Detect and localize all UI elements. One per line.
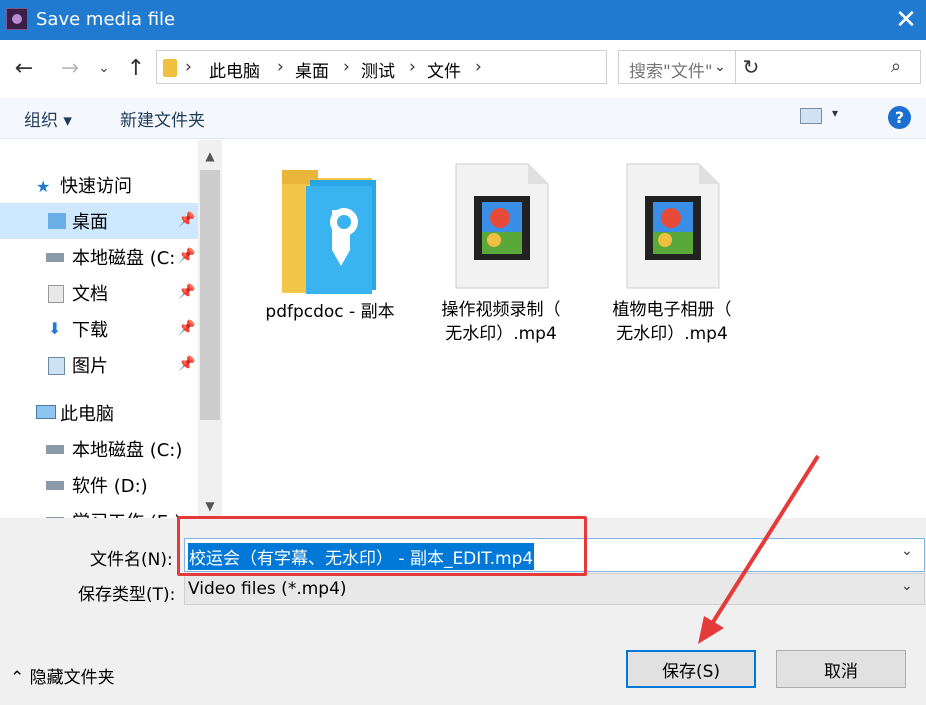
scroll-down-icon[interactable]: ▼ <box>200 496 220 516</box>
sidebar-item-drive-d[interactable]: 软件 (D:) <box>0 467 198 503</box>
drive-icon <box>46 253 64 262</box>
filetype-value: Video files (*.mp4) <box>188 579 347 599</box>
search-box[interactable]: 搜索"文件" ⌕ <box>618 50 921 84</box>
pin-icon[interactable]: 📌 <box>178 356 195 372</box>
title-bar: Save media file ✕ <box>0 0 926 40</box>
forward-arrow-icon[interactable]: → <box>56 54 84 82</box>
sidebar-item-drive-c-quick[interactable]: 本地磁盘 (C: 📌 <box>0 239 198 275</box>
save-button[interactable]: 保存(S) <box>626 650 756 688</box>
view-options-icon[interactable] <box>800 108 822 124</box>
chevron-down-icon[interactable]: ⌄ <box>901 578 913 594</box>
sidebar-item-label: 桌面 <box>72 212 108 233</box>
scrollbar-thumb[interactable] <box>200 170 220 420</box>
filetype-label: 保存类型(T): <box>78 585 176 605</box>
help-icon[interactable]: ? <box>888 106 911 129</box>
file-item-video-2[interactable]: 植物电子相册（ 无水印）.mp4 <box>597 160 747 350</box>
video-file-icon <box>455 163 549 289</box>
cancel-button[interactable]: 取消 <box>776 650 906 688</box>
sidebar-item-label: 下载 <box>72 320 108 341</box>
pin-icon[interactable]: 📌 <box>178 212 195 228</box>
sidebar-item-desktop[interactable]: 桌面 📌 <box>0 203 198 239</box>
hide-folders-label: 隐藏文件夹 <box>29 668 115 688</box>
drive-icon <box>46 481 64 490</box>
sidebar-item-label: 图片 <box>72 356 108 377</box>
sidebar-item-label: 软件 (D:) <box>72 476 148 497</box>
sidebar-item-label: 学习工作 (E:) <box>72 508 181 518</box>
breadcrumb-separator-icon: › <box>343 57 350 77</box>
view-dropdown-icon[interactable]: ▾ <box>832 106 838 120</box>
sidebar-item-label: 本地磁盘 (C:) <box>72 440 183 461</box>
filename-label: 文件名(N): <box>90 550 173 570</box>
desktop-folder-icon <box>48 213 66 229</box>
annotation-highlight-box <box>177 516 587 576</box>
breadcrumb-this-pc[interactable]: 此电脑 <box>209 57 260 82</box>
breadcrumb-separator-icon: › <box>277 57 284 77</box>
app-icon <box>6 8 28 30</box>
command-bar: 组织 ▾ 新建文件夹 ▾ <box>0 98 926 139</box>
up-arrow-icon[interactable]: ↑ <box>122 54 150 82</box>
hide-folders-toggle[interactable]: ⌃ 隐藏文件夹 <box>10 663 115 688</box>
chevron-down-icon[interactable]: ⌄ <box>901 543 913 559</box>
file-name-line2: 无水印）.mp4 <box>445 324 557 344</box>
sidebar-item-label: 此电脑 <box>60 404 114 425</box>
sidebar-item-label: 快速访问 <box>60 176 132 197</box>
documents-icon <box>48 285 64 303</box>
breadcrumb-separator-icon: › <box>185 57 192 77</box>
sidebar-item-drive-e[interactable]: 学习工作 (E:) <box>0 503 198 518</box>
window-title: Save media file <box>36 9 176 30</box>
breadcrumb-test[interactable]: 测试 <box>361 57 395 82</box>
video-file-icon <box>626 163 720 289</box>
file-name-line1: 植物电子相册（ <box>612 300 732 320</box>
pin-icon[interactable]: 📌 <box>178 320 195 336</box>
recent-locations-chevron-icon[interactable]: ⌄ <box>90 54 118 82</box>
file-item-video-1[interactable]: 操作视频录制（ 无水印）.mp4 <box>426 160 576 350</box>
new-folder-button[interactable]: 新建文件夹 <box>120 106 205 131</box>
folder-icon <box>282 170 376 294</box>
file-name-line2: 无水印）.mp4 <box>616 324 728 344</box>
breadcrumb-files[interactable]: 文件 <box>427 57 461 82</box>
back-arrow-icon[interactable]: ← <box>10 54 38 82</box>
organize-menu[interactable]: 组织 ▾ <box>24 106 72 131</box>
sidebar-item-quick-access[interactable]: ★ 快速访问 <box>0 167 198 203</box>
sidebar-item-this-pc[interactable]: 此电脑 <box>0 395 198 431</box>
address-bar[interactable]: › 此电脑 › 桌面 › 测试 › 文件 › ⌄ ↻ <box>156 50 759 84</box>
file-name: pdfpcdoc - 副本 <box>265 302 395 322</box>
star-icon: ★ <box>36 177 51 196</box>
breadcrumb-separator-icon: › <box>475 57 482 77</box>
search-icon[interactable]: ⌕ <box>891 56 901 77</box>
pictures-icon <box>48 357 65 375</box>
file-name-line1: 操作视频录制（ <box>441 300 561 320</box>
search-input[interactable]: 搜索"文件" <box>629 57 713 82</box>
chevron-up-icon: ⌃ <box>10 668 30 688</box>
file-item-folder[interactable]: pdfpcdoc - 副本 <box>255 160 405 350</box>
sidebar-item-pictures[interactable]: 图片 📌 <box>0 347 198 383</box>
breadcrumb-desktop[interactable]: 桌面 <box>295 57 329 82</box>
breadcrumb-separator-icon: › <box>409 57 416 77</box>
computer-icon <box>36 405 56 419</box>
downloads-icon: ⬇ <box>48 319 62 338</box>
folder-icon <box>163 59 177 77</box>
sidebar-item-drive-c[interactable]: 本地磁盘 (C:) <box>0 431 198 467</box>
sidebar-item-label: 本地磁盘 (C: <box>72 248 176 269</box>
close-button[interactable]: ✕ <box>886 0 926 40</box>
drive-icon <box>46 445 64 454</box>
annotation-arrow <box>698 454 820 644</box>
sidebar-item-label: 文档 <box>72 284 108 305</box>
navigation-pane: ★ 快速访问 桌面 📌 本地磁盘 (C: 📌 文档 📌 ⬇ 下载 📌 图片 📌 … <box>0 140 222 518</box>
scroll-up-icon[interactable]: ▲ <box>200 146 220 166</box>
sidebar-scrollbar[interactable]: ▲ ▼ <box>198 140 222 518</box>
pin-icon[interactable]: 📌 <box>178 248 195 264</box>
sidebar-item-documents[interactable]: 文档 📌 <box>0 275 198 311</box>
sidebar-item-downloads[interactable]: ⬇ 下载 📌 <box>0 311 198 347</box>
pin-icon[interactable]: 📌 <box>178 284 195 300</box>
